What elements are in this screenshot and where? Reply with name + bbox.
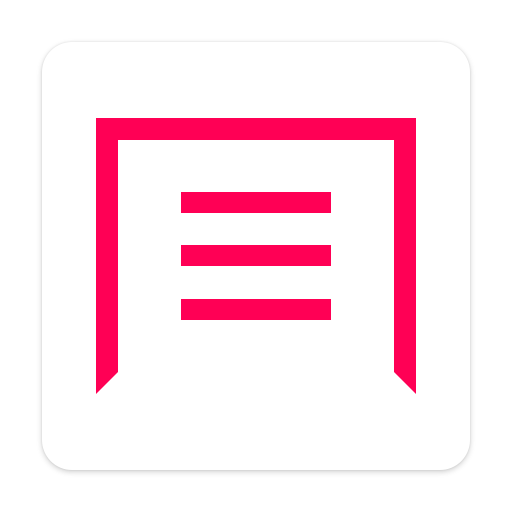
garage-door-slat-1 [181, 192, 331, 213]
app-icon-canvas [0, 0, 512, 512]
garage-door-slat-3 [181, 299, 331, 320]
garage-door-icon [96, 118, 416, 394]
garage-frame-right-post [394, 118, 416, 394]
garage-door-slat-2 [181, 245, 331, 266]
garage-frame-top-beam [96, 118, 416, 140]
garage-frame-left-post [96, 118, 118, 394]
